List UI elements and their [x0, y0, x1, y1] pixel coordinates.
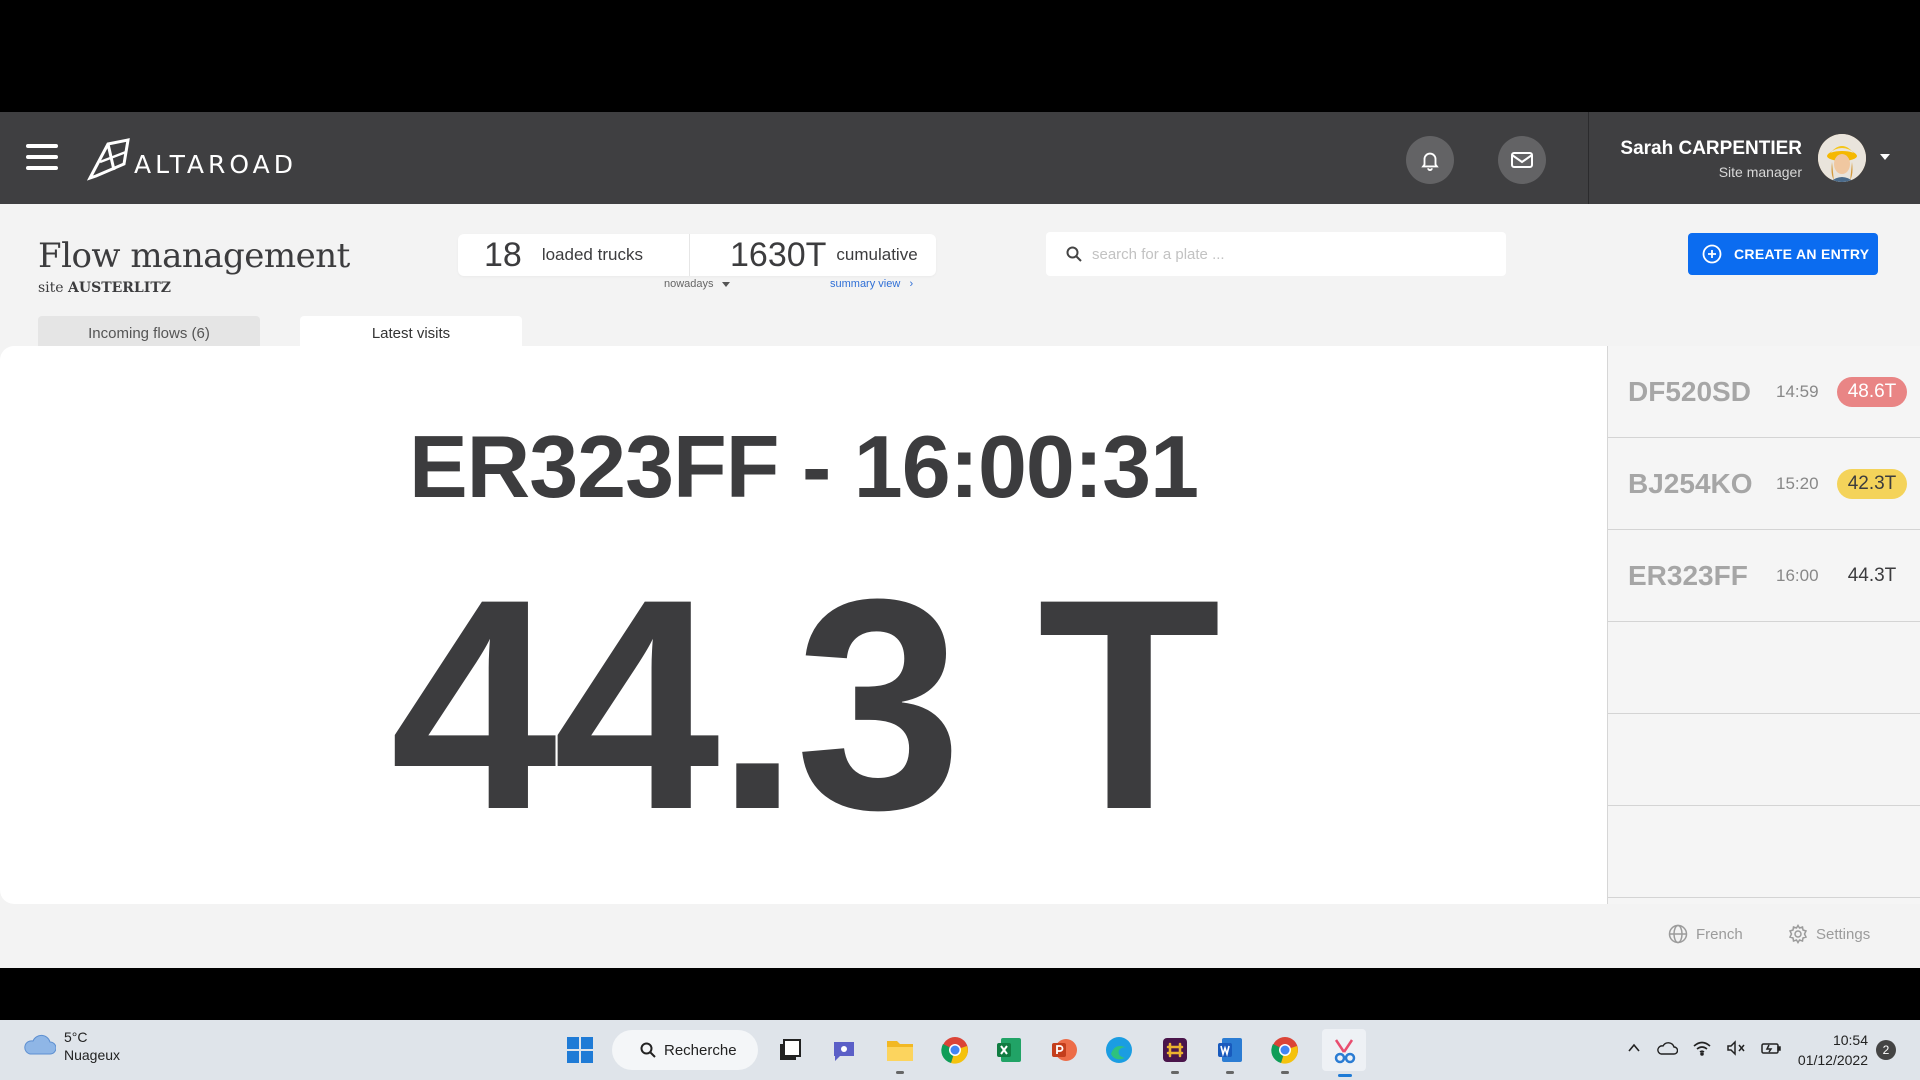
visit-plate: ER323FF	[1628, 559, 1748, 591]
gear-icon	[1788, 924, 1808, 944]
wifi-icon[interactable]	[1692, 1040, 1712, 1056]
settings-label: Settings	[1816, 925, 1871, 943]
visit-time: 15:20	[1776, 473, 1819, 493]
chevron-up-icon[interactable]	[1626, 1040, 1642, 1056]
taskbar-search[interactable]: Recherche	[612, 1030, 758, 1070]
cumulative-stat: 1630T cumulative	[690, 234, 936, 276]
summary-view-label: summary view	[830, 278, 901, 290]
visit-weight-badge: 44.3T	[1847, 564, 1897, 586]
plus-circle-icon	[1702, 244, 1722, 264]
empty-row	[1608, 714, 1920, 806]
settings-link[interactable]: Settings	[1788, 924, 1870, 944]
messages-button[interactable]	[1498, 136, 1546, 184]
trucks-label: loaded trucks	[541, 245, 643, 264]
weather-desc: Nuageux	[64, 1047, 121, 1063]
visit-row[interactable]: DF520SD 14:59 48.6T	[1608, 346, 1920, 438]
visit-plate: BJ254KO	[1628, 467, 1753, 499]
visit-time: 14:59	[1776, 381, 1819, 401]
file-explorer-icon[interactable]	[882, 1032, 918, 1074]
trucks-stat: 18 loaded trucks	[458, 234, 690, 276]
create-entry-button[interactable]: CREATE AN ENTRY	[1688, 233, 1878, 275]
clock-date: 01/12/2022	[1797, 1052, 1868, 1068]
empty-row	[1608, 622, 1920, 714]
globe-icon	[1668, 924, 1688, 944]
chevron-down-icon[interactable]	[1880, 154, 1890, 160]
site-label: site AUSTERLITZ	[38, 280, 171, 296]
user-role: Site manager	[1718, 164, 1802, 180]
latest-visits-list: DF520SD 14:59 48.6T BJ254KO 15:20 42.3T …	[1607, 346, 1920, 904]
page-title: Flow management	[38, 236, 350, 276]
cloud-icon	[24, 1034, 56, 1055]
create-entry-label: CREATE AN ENTRY	[1734, 246, 1870, 262]
visit-plate: DF520SD	[1628, 375, 1751, 407]
empty-row	[1608, 806, 1920, 898]
weather-widget[interactable]: 5°C Nuageux	[22, 1028, 120, 1064]
word-icon[interactable]	[1212, 1032, 1248, 1074]
visit-weight-badge: 48.6T	[1837, 376, 1907, 407]
visit-row[interactable]: ER323FF 16:00 44.3T	[1608, 530, 1920, 622]
notification-badge[interactable]: 2	[1876, 1040, 1896, 1060]
start-button[interactable]	[562, 1032, 598, 1068]
speaker-muted-icon[interactable]	[1726, 1040, 1746, 1056]
top-bar: ALTAROAD Sarah CARPENTIER Site manager	[0, 112, 1920, 204]
chevron-right-icon: ›	[903, 278, 914, 290]
visit-weight-badge: 42.3T	[1837, 468, 1907, 499]
notifications-button[interactable]	[1406, 136, 1454, 184]
slack-icon[interactable]	[1157, 1032, 1193, 1074]
bell-icon	[1421, 152, 1439, 171]
search-icon	[1066, 246, 1082, 262]
user-name: Sarah CARPENTIER	[1620, 138, 1802, 159]
chrome-icon[interactable]	[937, 1032, 973, 1068]
logo-mark-icon	[86, 138, 130, 181]
tab-incoming-flows[interactable]: Incoming flows (6)	[38, 316, 260, 350]
powerpoint-icon[interactable]	[1046, 1032, 1082, 1068]
stats-card: 18 loaded trucks 1630T cumulative	[458, 234, 936, 276]
clock[interactable]: 10:54 01/12/2022	[1792, 1030, 1868, 1070]
search-input[interactable]	[1092, 245, 1472, 263]
search-box[interactable]	[1046, 232, 1506, 276]
task-view-icon[interactable]	[772, 1032, 808, 1068]
summary-view-link[interactable]: summary view ›	[830, 278, 913, 290]
onedrive-icon[interactable]	[1656, 1040, 1678, 1056]
screen: ALTAROAD Sarah CARPENTIER Site manager F…	[0, 0, 1920, 1080]
battery-icon[interactable]	[1760, 1040, 1782, 1056]
avatar[interactable]	[1818, 134, 1866, 182]
logo[interactable]: ALTAROAD	[84, 134, 297, 184]
search-icon	[640, 1042, 656, 1058]
language-selector[interactable]: French	[1668, 924, 1743, 944]
user-info[interactable]: Sarah CARPENTIER Site manager	[1620, 138, 1802, 180]
tab-latest-visits[interactable]: Latest visits	[300, 316, 522, 350]
visit-time: 16:00	[1776, 565, 1819, 585]
site-name: AUSTERLITZ	[68, 280, 171, 296]
mail-icon	[1511, 152, 1533, 168]
teams-chat-icon[interactable]	[826, 1032, 862, 1068]
menu-icon[interactable]	[26, 144, 58, 170]
cumulative-value: 1630T	[730, 235, 827, 274]
excel-icon[interactable]	[991, 1032, 1027, 1068]
weather-temp: 5°C	[64, 1029, 88, 1045]
language-label: French	[1696, 925, 1743, 943]
snipping-tool-icon[interactable]	[1322, 1029, 1366, 1077]
period-dropdown[interactable]: nowadays	[664, 278, 730, 290]
taskbar: 5°C Nuageux Recherche 10:54 01/12/2022 2	[0, 1020, 1920, 1080]
site-prefix: site	[38, 280, 64, 296]
current-visit-panel: ER323FF - 16:00:31 44.3 T	[0, 346, 1607, 904]
taskbar-search-label: Recherche	[664, 1041, 737, 1059]
visit-weight: 44.3 T	[390, 536, 1221, 872]
chrome-icon[interactable]	[1267, 1032, 1303, 1074]
trucks-count: 18	[484, 235, 522, 274]
visit-title: ER323FF - 16:00:31	[408, 417, 1199, 516]
system-tray	[1626, 1040, 1782, 1056]
app-window: ALTAROAD Sarah CARPENTIER Site manager F…	[0, 112, 1920, 968]
visit-row[interactable]: BJ254KO 15:20 42.3T	[1608, 438, 1920, 530]
divider	[1588, 112, 1589, 204]
brand-name: ALTAROAD	[134, 149, 297, 179]
cumulative-label: cumulative	[836, 245, 918, 264]
clock-time: 10:54	[1832, 1032, 1868, 1048]
windows-icon	[567, 1037, 593, 1063]
edge-icon[interactable]	[1101, 1032, 1137, 1068]
